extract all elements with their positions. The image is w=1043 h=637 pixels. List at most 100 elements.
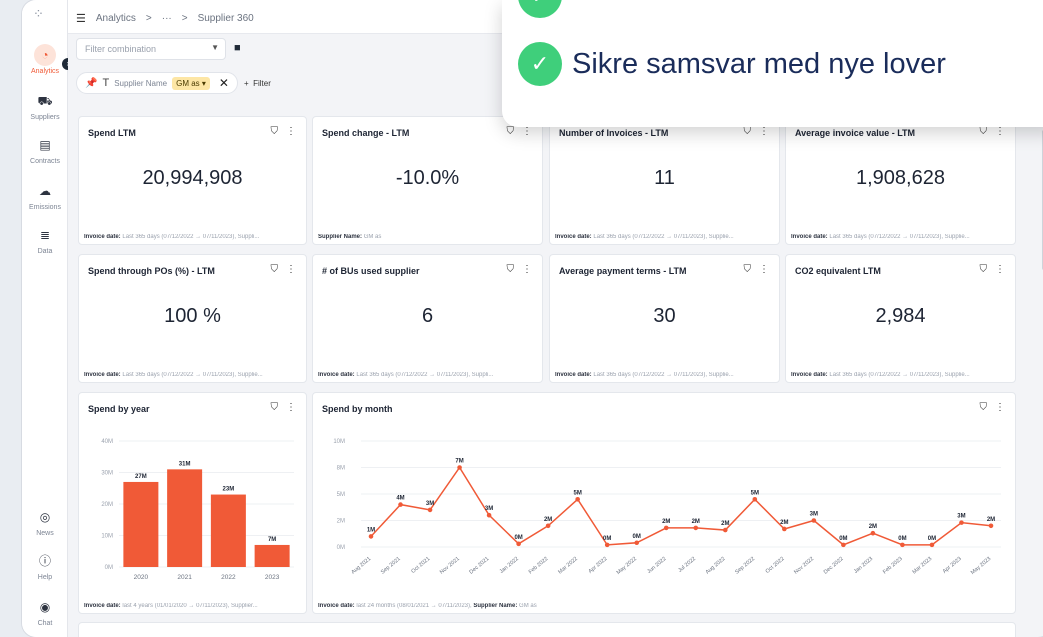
kpi-value: 2,984 bbox=[875, 305, 926, 327]
data-point bbox=[811, 518, 817, 523]
sidebar-item-suppliers[interactable]: ⛟ Suppliers bbox=[22, 90, 68, 121]
x-tick-label: Sep 2021 bbox=[380, 556, 402, 576]
document-icon: ▤ bbox=[39, 138, 51, 152]
kpi-footnote: Invoice date: Last 365 days (07/12/2022 … bbox=[791, 234, 970, 240]
kpi-footnote: Invoice date: Last 365 days (07/12/2022 … bbox=[84, 372, 263, 378]
x-tick-label: Sep 2022 bbox=[734, 556, 756, 576]
x-tick-label: 2021 bbox=[177, 574, 192, 581]
data-point bbox=[988, 523, 994, 529]
data-point bbox=[693, 525, 699, 531]
filter-icon[interactable]: ⛉ bbox=[980, 126, 988, 137]
more-options-icon[interactable]: ⋮ bbox=[286, 402, 296, 413]
data-label: 2M bbox=[987, 517, 995, 523]
x-tick-label: Mar 2023 bbox=[912, 556, 934, 576]
cloud-icon: ☁ bbox=[39, 184, 51, 198]
remove-filter-icon[interactable]: ✕ bbox=[219, 76, 229, 90]
menu-icon[interactable]: ☰ bbox=[76, 12, 86, 25]
filter-icon[interactable]: ⛉ bbox=[744, 126, 752, 137]
filter-icon[interactable]: ⛉ bbox=[744, 264, 752, 275]
spend-by-year-chart: 0M 10M 20M 30M 40M 27M 2020 31M 2021 23M 2022 7M 202… bbox=[101, 439, 294, 581]
filter-icon[interactable]: ⛉ bbox=[271, 126, 279, 137]
sidebar-item-help[interactable]: ⓘ Help bbox=[22, 550, 68, 581]
chart-title: Spend by month bbox=[322, 404, 393, 414]
x-tick-label: 2020 bbox=[134, 574, 149, 581]
y-tick-label: 5M bbox=[337, 492, 345, 498]
add-filter-button[interactable]: + Filter bbox=[244, 79, 271, 88]
data-point bbox=[486, 512, 492, 518]
kpi-card: # of BUs used supplier ⛉ ⋮ 6 Invoice date… bbox=[312, 254, 543, 383]
pin-icon[interactable]: 📌 bbox=[85, 78, 97, 89]
filter-chip[interactable]: 📌 T Supplier Name GM as ▾ ✕ bbox=[76, 72, 238, 94]
kpi-card: CO2 equivalent LTM ⛉ ⋮ 2,984 Invoice date… bbox=[785, 254, 1016, 383]
x-tick-label: Apr 2022 bbox=[588, 556, 609, 575]
sidebar-item-emissions[interactable]: ☁ Emissions bbox=[22, 180, 68, 211]
kpi-footnote: Supplier Name: GM as bbox=[318, 234, 382, 240]
filter-combination-select[interactable]: Filter combination ▼ bbox=[76, 38, 226, 60]
breadcrumb-ellipsis[interactable]: ··· bbox=[162, 13, 172, 24]
sidebar-item-analytics[interactable]: ◔ Analytics bbox=[22, 44, 68, 75]
y-tick-label: 0M bbox=[337, 545, 345, 551]
data-point bbox=[634, 540, 640, 546]
x-tick-label: Oct 2021 bbox=[410, 556, 431, 575]
data-label: 0M bbox=[839, 536, 847, 542]
save-icon[interactable]: ■ bbox=[234, 42, 241, 54]
filter-chip-label: Supplier Name bbox=[114, 78, 168, 88]
filter-icon[interactable]: ⛉ bbox=[507, 264, 515, 275]
more-options-icon[interactable]: ⋮ bbox=[759, 126, 769, 137]
filter-icon[interactable]: ⛉ bbox=[271, 402, 279, 413]
data-point bbox=[959, 520, 964, 525]
y-tick-label: 10M bbox=[333, 439, 345, 445]
data-label: 4M bbox=[396, 496, 404, 502]
sidebar-item-chat[interactable]: ◉ Chat bbox=[22, 596, 68, 627]
sidebar: ⁘ ◔ Analytics ⛟ Suppliers ▤ Contracts ☁ … bbox=[22, 0, 68, 637]
filter-icon[interactable]: ⛉ bbox=[980, 264, 988, 275]
kpi-card: Spend through POs (%) - LTM ⛉ ⋮ 100 % Inv… bbox=[78, 254, 307, 383]
data-label: 2M bbox=[721, 521, 729, 527]
more-options-icon[interactable]: ⋮ bbox=[995, 402, 1005, 413]
chart-title: Spend by year bbox=[88, 404, 150, 414]
kpi-value: 100 % bbox=[164, 305, 221, 327]
data-point bbox=[900, 542, 905, 548]
filter-icon[interactable]: ⛉ bbox=[271, 264, 279, 275]
kpi-title: Spend change - LTM bbox=[322, 128, 410, 138]
chart-footnote: Invoice date: last 4 years (01/01/2020 →… bbox=[84, 603, 258, 609]
data-label: 0M bbox=[898, 536, 906, 542]
data-point bbox=[368, 534, 374, 539]
more-options-icon[interactable]: ⋮ bbox=[759, 264, 769, 275]
more-options-icon[interactable]: ⋮ bbox=[522, 264, 532, 275]
more-options-icon[interactable]: ⋮ bbox=[995, 264, 1005, 275]
more-options-icon[interactable]: ⋮ bbox=[995, 126, 1005, 137]
data-label: 0M bbox=[633, 534, 641, 540]
spend-by-month-chart: 0M 2M 5M 8M 10M 1M Aug 2021 4M Sep 2021 3M Oct 202… bbox=[333, 439, 1001, 576]
data-label: 27M bbox=[135, 474, 147, 480]
sidebar-item-news[interactable]: ◎ News bbox=[22, 506, 68, 537]
sidebar-item-contracts[interactable]: ▤ Contracts bbox=[22, 134, 68, 165]
data-label: 3M bbox=[957, 514, 965, 520]
breadcrumb: ☰ Analytics > ··· > Supplier 360 bbox=[76, 12, 254, 25]
filter-icon[interactable]: ⛉ bbox=[507, 126, 515, 137]
database-icon: ≣ bbox=[39, 228, 51, 242]
notification-popup: ✓ ✓ Sikre samsvar med nye lover bbox=[502, 0, 1043, 127]
chevron-right-icon: > bbox=[145, 13, 152, 24]
more-options-icon[interactable]: ⋮ bbox=[286, 126, 296, 137]
more-options-icon[interactable]: ⋮ bbox=[522, 126, 532, 137]
x-tick-label: Feb 2023 bbox=[882, 556, 904, 576]
x-tick-label: Nov 2021 bbox=[439, 556, 461, 576]
y-tick-label: 10M bbox=[101, 534, 113, 540]
series-line bbox=[370, 466, 992, 546]
kpi-value: 20,994,908 bbox=[142, 167, 243, 189]
filter-icon[interactable]: ⛉ bbox=[980, 402, 988, 413]
breadcrumb-current: Supplier 360 bbox=[197, 13, 254, 24]
x-tick-label: May 2023 bbox=[970, 556, 992, 576]
help-icon: ⓘ bbox=[38, 554, 51, 568]
sidebar-item-data[interactable]: ≣ Data bbox=[22, 224, 68, 255]
kpi-title: Average payment terms - LTM bbox=[559, 266, 687, 276]
filter-chip-value[interactable]: GM as ▾ bbox=[172, 76, 210, 90]
data-label: 3M bbox=[485, 506, 493, 512]
breadcrumb-root[interactable]: Analytics bbox=[96, 13, 136, 24]
more-options-icon[interactable]: ⋮ bbox=[286, 264, 296, 275]
data-label: 1M bbox=[367, 527, 375, 533]
chat-icon: ◉ bbox=[39, 600, 51, 614]
x-tick-label: Apr 2023 bbox=[942, 556, 963, 575]
kpi-card: Spend LTM ⛉ ⋮ 20,994,908 Invoice date: La… bbox=[78, 116, 307, 245]
